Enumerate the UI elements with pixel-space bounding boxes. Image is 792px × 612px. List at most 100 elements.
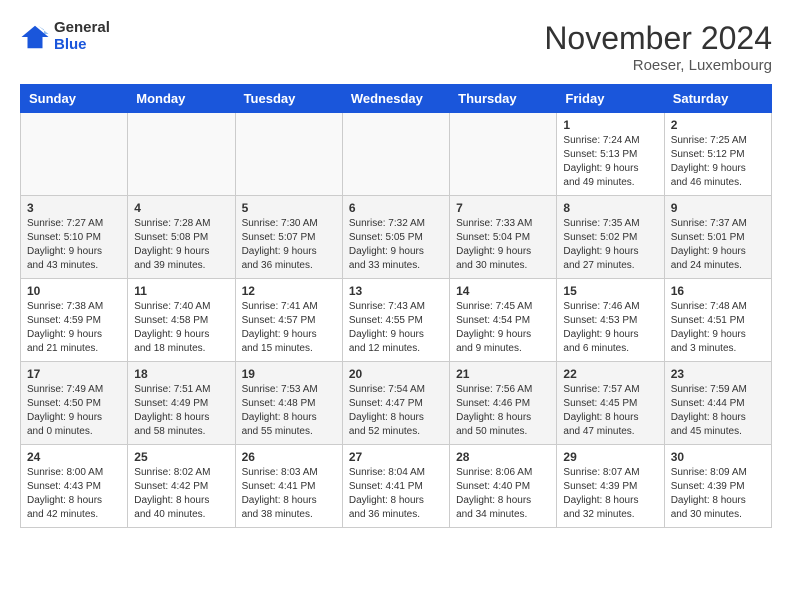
day-info: Sunrise: 8:03 AM Sunset: 4:41 PM Dayligh… — [242, 467, 318, 520]
day-info: Sunrise: 7:25 AM Sunset: 5:12 PM Dayligh… — [671, 135, 747, 188]
logo-general-text: General — [54, 20, 110, 37]
calendar-cell: 7 Sunrise: 7:33 AM Sunset: 5:04 PM Daylig… — [450, 196, 557, 279]
day-number: 22 — [563, 367, 657, 381]
calendar-cell: 3 Sunrise: 7:27 AM Sunset: 5:10 PM Daylig… — [21, 196, 128, 279]
day-info: Sunrise: 7:43 AM Sunset: 4:55 PM Dayligh… — [349, 301, 425, 354]
day-number: 3 — [27, 201, 121, 215]
day-number: 25 — [134, 450, 228, 464]
calendar-table: SundayMondayTuesdayWednesdayThursdayFrid… — [20, 84, 772, 528]
calendar-cell: 23Sunrise: 7:59 AM Sunset: 4:44 PM Dayli… — [664, 362, 771, 445]
calendar-cell — [342, 113, 449, 196]
calendar-cell: 10 Sunrise: 7:38 AM Sunset: 4:59 PM Dayli… — [21, 279, 128, 362]
logo: General Blue — [20, 20, 110, 53]
calendar-cell: 24 Sunrise: 8:00 AM Sunset: 4:43 PM Dayli… — [21, 445, 128, 528]
calendar-cell: 28Sunrise: 8:06 AM Sunset: 4:40 PM Dayli… — [450, 445, 557, 528]
calendar-cell: 14 Sunrise: 7:45 AM Sunset: 4:54 PM Dayli… — [450, 279, 557, 362]
calendar-cell: 1 Sunrise: 7:24 AM Sunset: 5:13 PM Daylig… — [557, 113, 664, 196]
location: Roeser, Luxembourg — [544, 57, 772, 74]
calendar-cell: 29 Sunrise: 8:07 AM Sunset: 4:39 PM Dayli… — [557, 445, 664, 528]
day-info: Sunrise: 7:49 AM Sunset: 4:50 PM Dayligh… — [27, 384, 103, 437]
header-tuesday: Tuesday — [235, 85, 342, 113]
title-area: November 2024 Roeser, Luxembourg — [544, 20, 772, 74]
calendar-cell: 16 Sunrise: 7:48 AM Sunset: 4:51 PM Dayli… — [664, 279, 771, 362]
day-number: 9 — [671, 201, 765, 215]
calendar-cell — [450, 113, 557, 196]
header-monday: Monday — [128, 85, 235, 113]
calendar-cell — [21, 113, 128, 196]
day-number: 17 — [27, 367, 121, 381]
day-info: Sunrise: 7:59 AM Sunset: 4:44 PM Dayligh… — [671, 384, 747, 437]
day-number: 19 — [242, 367, 336, 381]
calendar-cell: 21Sunrise: 7:56 AM Sunset: 4:46 PM Dayli… — [450, 362, 557, 445]
calendar-cell: 9Sunrise: 7:37 AM Sunset: 5:01 PM Daylig… — [664, 196, 771, 279]
calendar-week-4: 17 Sunrise: 7:49 AM Sunset: 4:50 PM Dayli… — [21, 362, 772, 445]
day-number: 10 — [27, 284, 121, 298]
day-info: Sunrise: 7:24 AM Sunset: 5:13 PM Dayligh… — [563, 135, 639, 188]
day-number: 2 — [671, 118, 765, 132]
calendar-cell: 6 Sunrise: 7:32 AM Sunset: 5:05 PM Daylig… — [342, 196, 449, 279]
day-info: Sunrise: 8:04 AM Sunset: 4:41 PM Dayligh… — [349, 467, 425, 520]
calendar-cell: 20 Sunrise: 7:54 AM Sunset: 4:47 PM Dayli… — [342, 362, 449, 445]
day-info: Sunrise: 7:46 AM Sunset: 4:53 PM Dayligh… — [563, 301, 639, 354]
day-number: 11 — [134, 284, 228, 298]
calendar-week-2: 3 Sunrise: 7:27 AM Sunset: 5:10 PM Daylig… — [21, 196, 772, 279]
day-info: Sunrise: 7:35 AM Sunset: 5:02 PM Dayligh… — [563, 218, 639, 271]
calendar-cell: 15 Sunrise: 7:46 AM Sunset: 4:53 PM Dayli… — [557, 279, 664, 362]
day-info: Sunrise: 7:48 AM Sunset: 4:51 PM Dayligh… — [671, 301, 747, 354]
day-number: 5 — [242, 201, 336, 215]
calendar-cell: 2 Sunrise: 7:25 AM Sunset: 5:12 PM Daylig… — [664, 113, 771, 196]
day-info: Sunrise: 8:02 AM Sunset: 4:42 PM Dayligh… — [134, 467, 210, 520]
calendar-cell: 27 Sunrise: 8:04 AM Sunset: 4:41 PM Dayli… — [342, 445, 449, 528]
calendar-cell: 17 Sunrise: 7:49 AM Sunset: 4:50 PM Dayli… — [21, 362, 128, 445]
day-number: 14 — [456, 284, 550, 298]
day-info: Sunrise: 7:53 AM Sunset: 4:48 PM Dayligh… — [242, 384, 318, 437]
day-info: Sunrise: 7:38 AM Sunset: 4:59 PM Dayligh… — [27, 301, 103, 354]
day-number: 7 — [456, 201, 550, 215]
calendar-week-5: 24 Sunrise: 8:00 AM Sunset: 4:43 PM Dayli… — [21, 445, 772, 528]
day-info: Sunrise: 7:56 AM Sunset: 4:46 PM Dayligh… — [456, 384, 532, 437]
day-number: 1 — [563, 118, 657, 132]
day-number: 26 — [242, 450, 336, 464]
day-info: Sunrise: 7:30 AM Sunset: 5:07 PM Dayligh… — [242, 218, 318, 271]
calendar-cell: 8 Sunrise: 7:35 AM Sunset: 5:02 PM Daylig… — [557, 196, 664, 279]
calendar-cell: 22Sunrise: 7:57 AM Sunset: 4:45 PM Dayli… — [557, 362, 664, 445]
calendar-cell: 18 Sunrise: 7:51 AM Sunset: 4:49 PM Dayli… — [128, 362, 235, 445]
day-info: Sunrise: 7:33 AM Sunset: 5:04 PM Dayligh… — [456, 218, 532, 271]
day-info: Sunrise: 8:00 AM Sunset: 4:43 PM Dayligh… — [27, 467, 103, 520]
day-number: 24 — [27, 450, 121, 464]
day-info: Sunrise: 7:51 AM Sunset: 4:49 PM Dayligh… — [134, 384, 210, 437]
day-info: Sunrise: 7:54 AM Sunset: 4:47 PM Dayligh… — [349, 384, 425, 437]
day-number: 6 — [349, 201, 443, 215]
calendar-cell: 4Sunrise: 7:28 AM Sunset: 5:08 PM Daylig… — [128, 196, 235, 279]
calendar-cell: 5 Sunrise: 7:30 AM Sunset: 5:07 PM Daylig… — [235, 196, 342, 279]
page-header: General Blue November 2024 Roeser, Luxem… — [20, 20, 772, 74]
day-number: 15 — [563, 284, 657, 298]
header-sunday: Sunday — [21, 85, 128, 113]
day-number: 8 — [563, 201, 657, 215]
header-wednesday: Wednesday — [342, 85, 449, 113]
day-info: Sunrise: 7:45 AM Sunset: 4:54 PM Dayligh… — [456, 301, 532, 354]
calendar-cell: 11 Sunrise: 7:40 AM Sunset: 4:58 PM Dayli… — [128, 279, 235, 362]
calendar-cell: 26 Sunrise: 8:03 AM Sunset: 4:41 PM Dayli… — [235, 445, 342, 528]
day-info: Sunrise: 7:28 AM Sunset: 5:08 PM Dayligh… — [134, 218, 210, 271]
header-thursday: Thursday — [450, 85, 557, 113]
day-number: 18 — [134, 367, 228, 381]
calendar-header-row: SundayMondayTuesdayWednesdayThursdayFrid… — [21, 85, 772, 113]
day-number: 13 — [349, 284, 443, 298]
calendar-cell: 12Sunrise: 7:41 AM Sunset: 4:57 PM Dayli… — [235, 279, 342, 362]
day-info: Sunrise: 8:06 AM Sunset: 4:40 PM Dayligh… — [456, 467, 532, 520]
day-number: 27 — [349, 450, 443, 464]
day-info: Sunrise: 8:07 AM Sunset: 4:39 PM Dayligh… — [563, 467, 639, 520]
day-number: 20 — [349, 367, 443, 381]
month-title: November 2024 — [544, 20, 772, 57]
day-number: 16 — [671, 284, 765, 298]
calendar-cell — [128, 113, 235, 196]
day-info: Sunrise: 7:32 AM Sunset: 5:05 PM Dayligh… — [349, 218, 425, 271]
day-info: Sunrise: 7:40 AM Sunset: 4:58 PM Dayligh… — [134, 301, 210, 354]
day-info: Sunrise: 8:09 AM Sunset: 4:39 PM Dayligh… — [671, 467, 747, 520]
day-info: Sunrise: 7:27 AM Sunset: 5:10 PM Dayligh… — [27, 218, 103, 271]
calendar-week-3: 10 Sunrise: 7:38 AM Sunset: 4:59 PM Dayli… — [21, 279, 772, 362]
calendar-week-1: 1 Sunrise: 7:24 AM Sunset: 5:13 PM Daylig… — [21, 113, 772, 196]
day-number: 29 — [563, 450, 657, 464]
calendar-cell: 13 Sunrise: 7:43 AM Sunset: 4:55 PM Dayli… — [342, 279, 449, 362]
